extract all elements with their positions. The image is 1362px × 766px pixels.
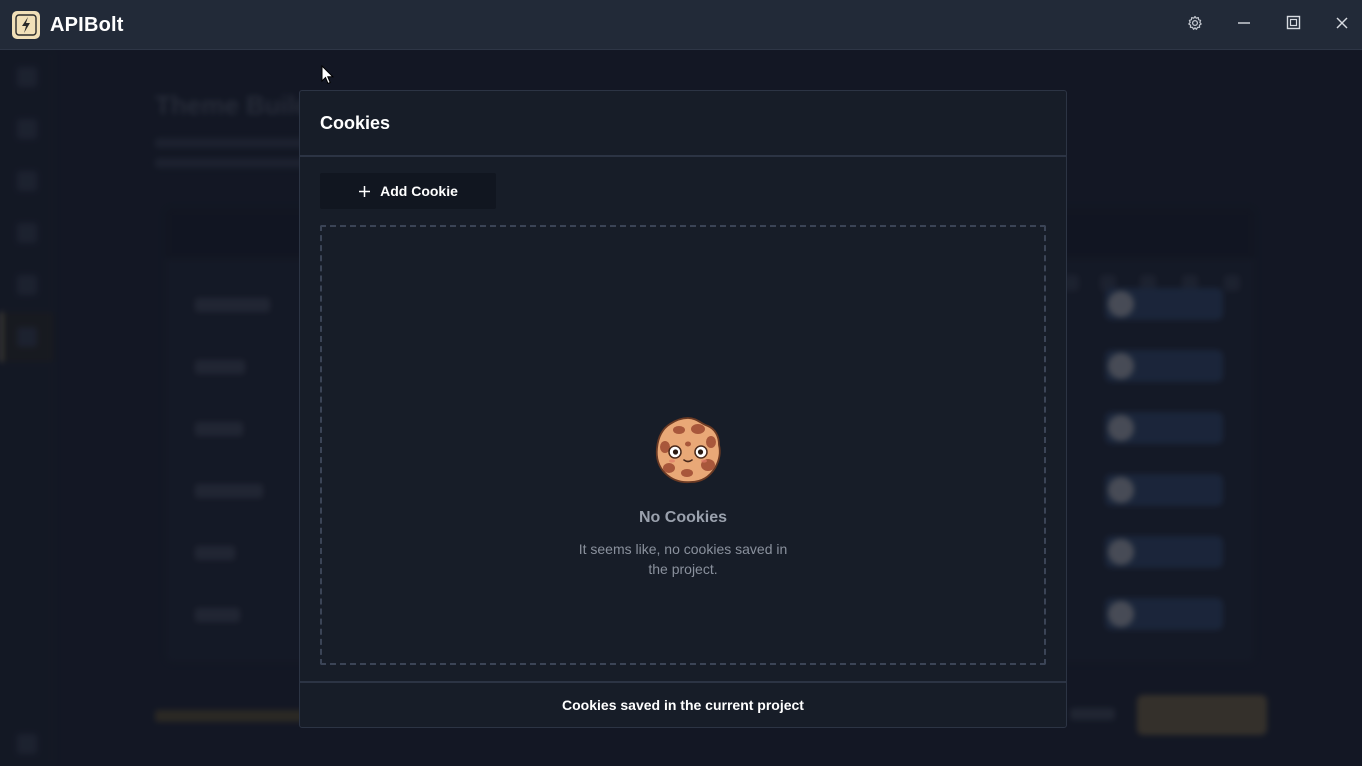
cookies-modal: Cookies Add Cookie No Cookies It seems l… <box>299 90 1067 728</box>
add-cookie-button[interactable]: Add Cookie <box>320 173 496 209</box>
cookie-icon <box>653 415 723 485</box>
add-cookie-label: Add Cookie <box>380 183 458 199</box>
title-bar: APIBolt <box>0 0 1362 50</box>
cookies-list-empty: No Cookies It seems like, no cookies sav… <box>320 225 1046 665</box>
settings-button[interactable] <box>1180 10 1210 40</box>
maximize-icon <box>1286 15 1301 35</box>
app-title: APIBolt <box>50 14 124 36</box>
plus-icon <box>358 185 371 198</box>
gear-icon <box>1187 15 1203 36</box>
modal-footer: Cookies saved in the current project <box>300 681 1066 727</box>
modal-title: Cookies <box>320 113 391 133</box>
close-icon <box>1335 16 1349 35</box>
empty-state-title: No Cookies <box>638 509 727 526</box>
empty-state-description: It seems like, no cookies saved in the p… <box>578 541 788 577</box>
maximize-button[interactable] <box>1278 10 1308 40</box>
mouse-cursor-icon <box>321 64 335 85</box>
minimize-button[interactable] <box>1229 10 1259 40</box>
minimize-icon <box>1237 16 1251 35</box>
lightning-bolt-icon <box>12 11 40 39</box>
footer-text: Cookies saved in the current project <box>562 697 804 713</box>
close-button[interactable] <box>1327 10 1357 40</box>
modal-header: Cookies <box>300 91 1066 157</box>
